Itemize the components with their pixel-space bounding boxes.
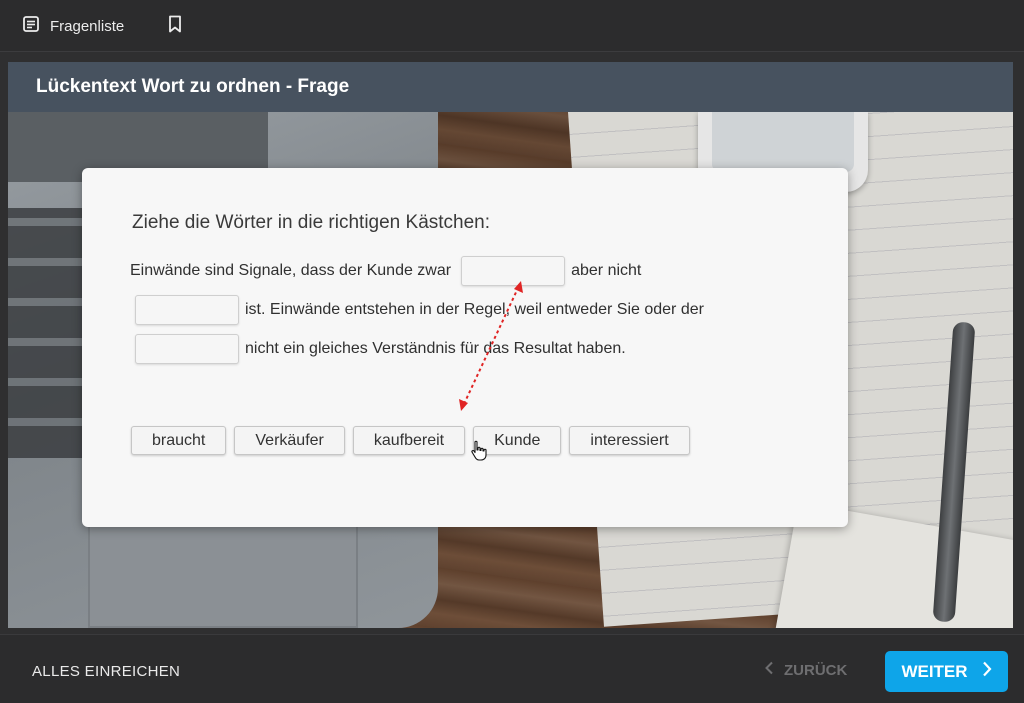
submit-all-button[interactable]: ALLES EINREICHEN [32, 663, 180, 680]
sentence-text: ist. Einwände entstehen in der Regel, we… [245, 301, 704, 318]
bottom-bar: ALLES EINREICHEN ZURÜCK WEITER [0, 634, 1024, 703]
drop-slot-2[interactable] [135, 295, 239, 325]
drop-slot-1[interactable] [461, 256, 566, 286]
bookmark-icon [168, 15, 182, 38]
question-list-label: Fragenliste [50, 17, 125, 35]
sentence-text: nicht ein gleiches Verständnis für das R… [245, 340, 626, 357]
sentence-line-3: nicht ein gleiches Verständnis für das R… [135, 334, 626, 364]
back-button[interactable]: ZURÜCK [764, 661, 847, 679]
next-button[interactable]: WEITER [885, 651, 1008, 692]
word-bank: braucht Verkäufer kaufbereit Kunde inter… [131, 426, 690, 455]
question-card: Ziehe die Wörter in die richtigen Kästch… [82, 168, 848, 527]
word-chip-kaufbereit[interactable]: kaufbereit [352, 426, 466, 455]
drop-slot-3[interactable] [135, 334, 239, 364]
chevron-right-icon [982, 661, 992, 682]
word-chip-interessiert[interactable]: interessiert [569, 426, 690, 455]
top-bar: Fragenliste [0, 0, 1024, 52]
sentence-text: aber nicht [571, 262, 642, 279]
word-chip-braucht[interactable]: braucht [131, 426, 227, 455]
question-title: Lückentext Wort zu ordnen - Frage [8, 62, 1013, 112]
word-chip-verkaeufer[interactable]: Verkäufer [234, 426, 345, 455]
hand-cursor-icon [470, 440, 488, 467]
sentence-line-2: ist. Einwände entstehen in der Regel, we… [135, 295, 704, 325]
chevron-left-icon [764, 661, 774, 679]
question-list-button[interactable]: Fragenliste [22, 12, 124, 40]
sentence-text: Einwände sind Signale, dass der Kunde zw… [130, 262, 452, 279]
instruction-text: Ziehe die Wörter in die richtigen Kästch… [132, 212, 491, 233]
list-icon [22, 15, 40, 37]
bookmark-button[interactable] [165, 14, 185, 38]
next-label: WEITER [901, 661, 968, 681]
sentence-line-1: Einwände sind Signale, dass der Kunde zw… [130, 256, 641, 286]
back-label: ZURÜCK [784, 661, 848, 679]
